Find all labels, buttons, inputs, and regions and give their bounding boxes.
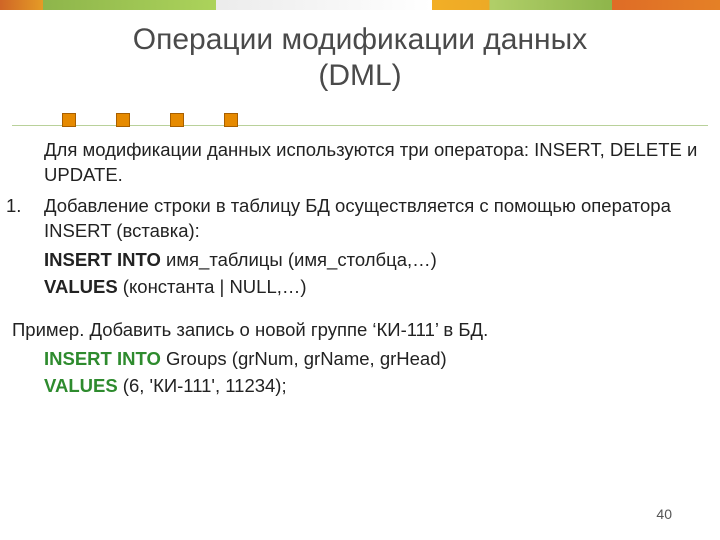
example-label: Пример. Добавить запись о новой группе ‘…	[12, 318, 698, 343]
square-bullet-icon	[62, 113, 76, 127]
intro-paragraph: Для модификации данных используются три …	[44, 138, 698, 188]
values-keyword: VALUES	[44, 276, 118, 297]
values-keyword-example: VALUES	[44, 375, 118, 396]
slide-body: Для модификации данных используются три …	[12, 138, 698, 401]
square-bullet-icon	[224, 113, 238, 127]
slide-title-line1: Операции модификации данных	[0, 22, 720, 58]
square-bullet-icon	[170, 113, 184, 127]
syntax-line-1: INSERT INTO имя_таблицы (имя_столбца,…)	[44, 248, 698, 273]
title-underline	[12, 118, 708, 132]
top-decoration-bar	[0, 0, 720, 10]
bullet-row	[62, 112, 238, 126]
square-bullet-icon	[116, 113, 130, 127]
title-block: Операции модификации данных (DML)	[0, 22, 720, 94]
example-line-1-rest: Groups (grNum, grName, grHead)	[161, 348, 447, 369]
insert-into-keyword: INSERT INTO	[44, 249, 161, 270]
list-number: 1.	[6, 194, 21, 219]
list-item-1-text: Добавление строки в таблицу БД осуществл…	[44, 195, 671, 241]
syntax-line-1-rest: имя_таблицы (имя_столбца,…)	[161, 249, 437, 270]
list-item-1: 1. Добавление строки в таблицу БД осущес…	[44, 194, 698, 244]
insert-into-keyword-example: INSERT INTO	[44, 348, 161, 369]
page-number: 40	[656, 506, 672, 522]
example-line-1: INSERT INTO Groups (grNum, grName, grHea…	[44, 347, 698, 372]
syntax-line-2: VALUES (константа | NULL,…)	[44, 275, 698, 300]
slide: Операции модификации данных (DML) Для мо…	[0, 0, 720, 540]
slide-title-line2: (DML)	[0, 58, 720, 94]
example-line-2-rest: (6, 'КИ-111', 11234);	[118, 375, 287, 396]
syntax-line-2-rest: (константа | NULL,…)	[118, 276, 307, 297]
example-line-2: VALUES (6, 'КИ-111', 11234);	[44, 374, 698, 399]
